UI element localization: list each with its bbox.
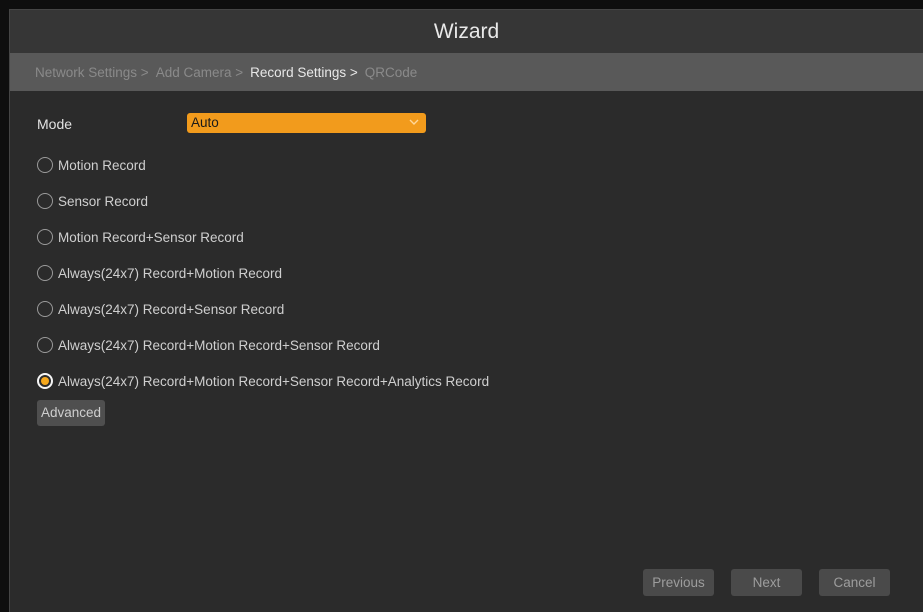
radio-label: Sensor Record: [58, 193, 149, 209]
step-qrcode[interactable]: QRCode: [365, 65, 418, 80]
radio-label: Motion Record: [58, 157, 146, 173]
radio-button[interactable]: [37, 229, 53, 245]
step-add-camera[interactable]: Add Camera >: [156, 65, 243, 80]
record-mode-radio-group: Motion Record Sensor Record Motion Recor…: [37, 147, 489, 399]
mode-row: Mode Auto: [37, 113, 437, 135]
radio-label: Always(24x7) Record+Motion Record: [58, 265, 282, 281]
advanced-button[interactable]: Advanced: [37, 400, 105, 426]
radio-always-sensor-record[interactable]: Always(24x7) Record+Sensor Record: [37, 291, 489, 327]
radio-button[interactable]: [37, 301, 53, 317]
radio-button[interactable]: [37, 157, 53, 173]
radio-always-motion-sensor-analytics-record[interactable]: Always(24x7) Record+Motion Record+Sensor…: [37, 363, 489, 399]
step-network-settings[interactable]: Network Settings >: [35, 65, 149, 80]
next-button[interactable]: Next: [731, 569, 802, 596]
radio-button-selected[interactable]: [37, 373, 53, 389]
radio-button[interactable]: [37, 265, 53, 281]
radio-sensor-record[interactable]: Sensor Record: [37, 183, 489, 219]
radio-label: Motion Record+Sensor Record: [58, 229, 244, 245]
radio-label: Always(24x7) Record+Motion Record+Sensor…: [58, 337, 380, 353]
chevron-down-icon: [409, 119, 419, 125]
radio-motion-record[interactable]: Motion Record: [37, 147, 489, 183]
radio-button[interactable]: [37, 337, 53, 353]
radio-button[interactable]: [37, 193, 53, 209]
wizard-steps: Network Settings > Add Camera > Record S…: [10, 53, 923, 91]
step-record-settings[interactable]: Record Settings >: [250, 65, 358, 80]
mode-label: Mode: [37, 116, 73, 132]
radio-always-motion-record[interactable]: Always(24x7) Record+Motion Record: [37, 255, 489, 291]
wizard-window: Wizard Network Settings > Add Camera > R…: [9, 9, 923, 612]
radio-label: Always(24x7) Record+Sensor Record: [58, 301, 285, 317]
mode-select-value: Auto: [191, 115, 219, 130]
window-title: Wizard: [433, 19, 500, 43]
cancel-button[interactable]: Cancel: [819, 569, 890, 596]
mode-select[interactable]: Auto: [187, 113, 426, 133]
title-bar: Wizard: [10, 10, 923, 53]
radio-motion-sensor-record[interactable]: Motion Record+Sensor Record: [37, 219, 489, 255]
radio-always-motion-sensor-record[interactable]: Always(24x7) Record+Motion Record+Sensor…: [37, 327, 489, 363]
radio-label: Always(24x7) Record+Motion Record+Sensor…: [58, 373, 490, 389]
previous-button[interactable]: Previous: [643, 569, 714, 596]
